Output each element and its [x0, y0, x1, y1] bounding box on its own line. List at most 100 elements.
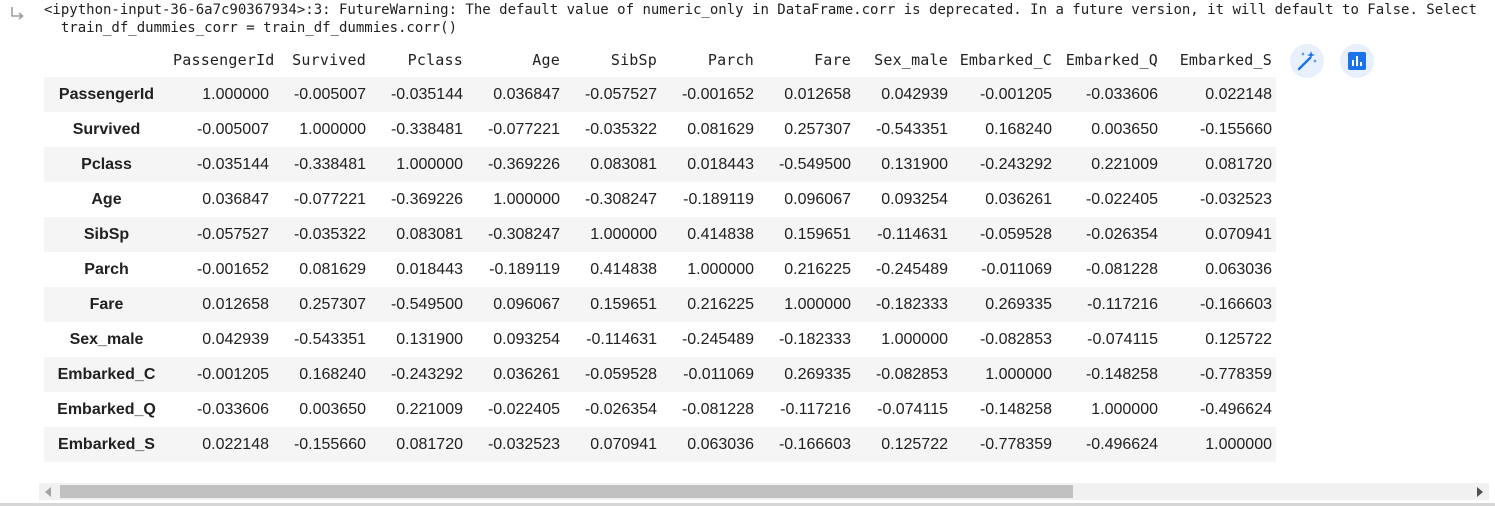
future-warning-text: <ipython-input-36-6a7c90367934>:3: Futur…: [44, 1, 1484, 37]
table-cell: -0.005007: [293, 85, 366, 103]
header-row: PassengerId Survived Pclass Age SibSp Parch Fa…: [44, 43, 1276, 77]
column-header: Sex_male: [874, 51, 948, 69]
column-header: Embarked_S: [1179, 51, 1272, 69]
table-cell: 0.269335: [784, 365, 851, 383]
table-cell: 0.018443: [396, 260, 463, 278]
table-cell: -0.032523: [487, 435, 560, 453]
table-cell: -0.074115: [877, 400, 948, 418]
table-cell: 0.081720: [1205, 155, 1272, 173]
table-row: Survived -0.005007 1.000000 -0.338481 -0.077…: [44, 112, 1276, 147]
quick-chart-button[interactable]: [1340, 44, 1374, 78]
table-cell: -0.496624: [1199, 400, 1272, 418]
row-index-label: Embarked_S: [58, 435, 155, 453]
table-cell: 0.083081: [590, 155, 657, 173]
table-cell: -0.001652: [196, 260, 269, 278]
row-index-label: Sex_male: [69, 330, 144, 348]
row-index-label: Fare: [89, 295, 124, 313]
table-cell: -0.035144: [196, 155, 269, 173]
row-index-label: Embarked_C: [57, 365, 156, 383]
correlation-table: PassengerId Survived Pclass Age SibSp Parch Fa…: [44, 43, 1276, 462]
table-row: PassengerId 1.000000 -0.005007 -0.035144 0.0…: [44, 77, 1276, 112]
table-cell: -0.148258: [1085, 365, 1158, 383]
table-cell: -0.543351: [875, 120, 948, 138]
table-row: Fare 0.012658 0.257307 -0.549500 0.096067 0.1…: [44, 287, 1276, 322]
row-index-label: PassengerId: [58, 85, 155, 103]
column-header: PassengerId: [173, 51, 273, 69]
table-cell: -0.369226: [487, 155, 560, 173]
table-cell: -0.081228: [681, 400, 754, 418]
table-cell: -0.549500: [390, 295, 463, 313]
output-arrow-icon: [11, 7, 24, 20]
index-header: [44, 43, 169, 77]
table-cell: 0.083081: [396, 225, 463, 243]
column-header: Embarked_Q: [1065, 51, 1158, 69]
table-cell: -0.059528: [584, 365, 657, 383]
table-cell: 0.012658: [784, 85, 851, 103]
table-cell: -0.035322: [293, 225, 366, 243]
scroll-left-icon[interactable]: [45, 487, 51, 497]
column-header: SibSp: [610, 51, 657, 69]
table-cell: -0.189119: [489, 260, 560, 278]
row-index-label: SibSp: [83, 225, 130, 243]
table-cell: 1.000000: [299, 120, 366, 138]
table-cell: 0.081629: [299, 260, 366, 278]
table-cell: 0.125722: [1205, 330, 1272, 348]
horizontal-scrollbar[interactable]: [39, 483, 1489, 500]
table-cell: -0.057527: [196, 225, 269, 243]
table-cell: -0.338481: [293, 155, 366, 173]
table-cell: 0.063036: [687, 435, 754, 453]
table-cell: 0.022148: [1205, 85, 1272, 103]
table-cell: 0.093254: [881, 190, 948, 208]
table-cell: -0.077221: [293, 190, 366, 208]
scroll-right-icon[interactable]: [1477, 487, 1483, 497]
table-cell: -0.117216: [780, 400, 851, 418]
table-cell: 0.070941: [590, 435, 657, 453]
table-cell: -0.005007: [196, 120, 269, 138]
row-index-label: Embarked_Q: [57, 400, 156, 418]
table-cell: -0.001205: [196, 365, 269, 383]
table-cell: -0.114631: [586, 330, 657, 348]
table-cell: 0.096067: [784, 190, 851, 208]
table-cell: 0.081629: [687, 120, 754, 138]
table-cell: 1.000000: [396, 155, 463, 173]
scrollbar-thumb[interactable]: [60, 485, 1073, 498]
table-cell: -0.011069: [981, 260, 1052, 278]
table-cell: 0.159651: [590, 295, 657, 313]
table-cell: 0.414838: [590, 260, 657, 278]
table-cell: 0.003650: [299, 400, 366, 418]
table-cell: -0.001652: [681, 85, 754, 103]
table-cell: -0.081228: [1085, 260, 1158, 278]
table-cell: -0.155660: [1199, 120, 1272, 138]
table-cell: 0.168240: [985, 120, 1052, 138]
table-cell: 0.036261: [493, 365, 560, 383]
table-cell: 0.221009: [1091, 155, 1158, 173]
table-cell: -0.082853: [979, 330, 1052, 348]
table-cell: -0.543351: [293, 330, 366, 348]
table-cell: -0.549500: [778, 155, 851, 173]
table-cell: -0.245489: [875, 260, 948, 278]
row-index-label: Pclass: [81, 155, 132, 173]
table-row: Parch -0.001652 0.081629 0.018443 -0.189119 0…: [44, 252, 1276, 287]
dataframe-output: PassengerId Survived Pclass Age SibSp Parch Fa…: [44, 43, 1276, 462]
column-header: Age: [532, 51, 560, 69]
table-cell: 0.081720: [396, 435, 463, 453]
table-cell: 0.159651: [784, 225, 851, 243]
table-cell: 0.022148: [202, 435, 269, 453]
table-cell: 0.003650: [1091, 120, 1158, 138]
table-cell: 1.000000: [1205, 435, 1272, 453]
row-index-label: Parch: [84, 260, 129, 278]
table-cell: -0.189119: [683, 190, 754, 208]
table-cell: 0.042939: [202, 330, 269, 348]
row-index-label: Age: [91, 190, 122, 208]
table-cell: 0.036261: [985, 190, 1052, 208]
table-cell: 0.269335: [985, 295, 1052, 313]
table-cell: -0.778359: [979, 435, 1052, 453]
table-cell: -0.496624: [1085, 435, 1158, 453]
table-cell: -0.155660: [293, 435, 366, 453]
table-cell: -0.182333: [875, 295, 948, 313]
table-cell: 1.000000: [202, 85, 269, 103]
magic-wand-button[interactable]: [1290, 44, 1324, 78]
table-cell: 0.070941: [1205, 225, 1272, 243]
bar-chart-icon: [1348, 52, 1366, 70]
table-cell: 0.125722: [881, 435, 948, 453]
